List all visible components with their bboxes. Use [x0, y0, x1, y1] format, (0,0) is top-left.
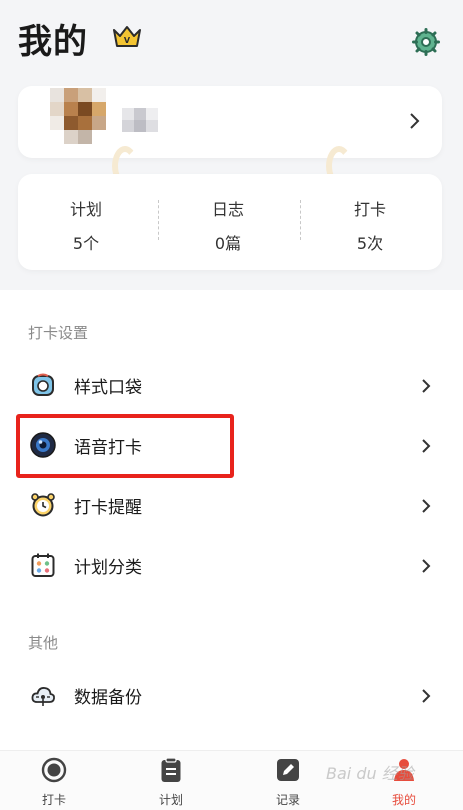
username-blurred [122, 108, 158, 140]
row-label: 样式口袋 [74, 378, 142, 398]
row-style-pocket[interactable]: 样式口袋 [0, 356, 463, 416]
tab-records[interactable]: 记录 [248, 757, 328, 808]
row-plan-category[interactable]: 计划分类 [0, 536, 463, 596]
row-label: 计划分类 [74, 558, 142, 578]
checkin-circle-icon [41, 757, 67, 783]
header: 我的 V [0, 0, 463, 80]
divider [300, 200, 301, 240]
tab-label: 计划 [158, 793, 183, 807]
row-checkin-reminder[interactable]: 打卡提醒 [0, 476, 463, 536]
alarm-clock-icon [31, 493, 55, 517]
category-calendar-icon [31, 553, 55, 577]
stat-label: 计划 [69, 200, 102, 219]
tab-checkin[interactable]: 打卡 [14, 757, 94, 808]
pocket-icon [32, 373, 54, 396]
watermark: Bai du 经验 [326, 764, 414, 783]
tab-plan[interactable]: 计划 [131, 757, 211, 808]
stat-value: 0篇 [214, 234, 242, 253]
chevron-right-icon [422, 499, 431, 513]
row-data-backup[interactable]: 数据备份 [0, 666, 463, 726]
stat-label: 打卡 [353, 200, 386, 219]
stat-checkins[interactable]: 打卡 5次 [310, 196, 430, 254]
edit-icon [277, 759, 299, 781]
row-label: 数据备份 [74, 688, 142, 708]
avatar[interactable] [50, 88, 106, 144]
cloud-backup-icon [31, 687, 55, 706]
stat-value: 5个 [72, 234, 100, 253]
stat-plans[interactable]: 计划 5个 [26, 196, 146, 254]
divider [158, 200, 159, 240]
tab-label: 记录 [275, 793, 300, 807]
section-title-checkin-settings: 打卡设置 [28, 324, 89, 342]
stat-value: 5次 [356, 234, 384, 253]
tab-label: 打卡 [41, 793, 66, 807]
chevron-right-icon [422, 689, 431, 703]
clipboard-icon [161, 757, 181, 782]
crown-icon[interactable]: V [112, 24, 142, 50]
profile-card[interactable] [18, 86, 442, 158]
chevron-right-icon [422, 379, 431, 393]
page-title: 我的 [18, 22, 88, 62]
crown-letter: V [124, 36, 131, 45]
tab-label: 我的 [391, 793, 416, 807]
stat-label: 日志 [211, 200, 244, 219]
chevron-right-icon [422, 559, 431, 573]
stats-card: 计划 5个 日志 0篇 打卡 5次 [18, 174, 442, 270]
gear-icon[interactable] [412, 28, 440, 56]
stat-logs[interactable]: 日志 0篇 [168, 196, 288, 254]
row-label: 打卡提醒 [74, 498, 142, 518]
section-title-other: 其他 [28, 634, 59, 652]
chevron-right-icon[interactable] [408, 112, 420, 130]
settings-list: 打卡设置 样式口袋 语音打卡 打卡提醒 计划分类 其他 数据备份 [0, 290, 463, 750]
chevron-right-icon [422, 439, 431, 453]
highlight-box [16, 414, 234, 478]
